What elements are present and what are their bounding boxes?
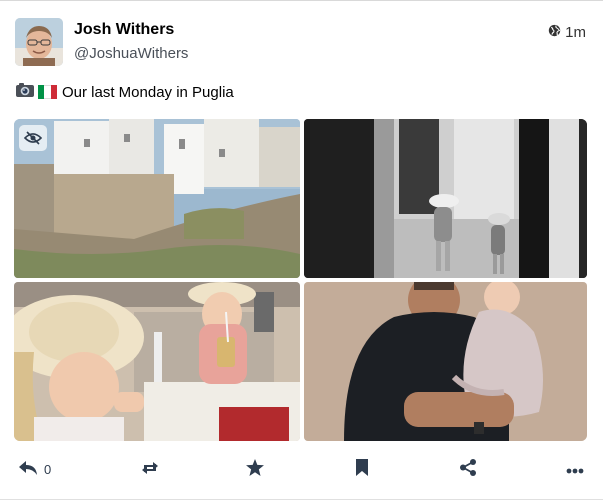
post-timestamp-area[interactable]: 1m — [548, 24, 586, 41]
camera-icon — [15, 82, 35, 102]
boost-icon — [140, 460, 160, 479]
media-gallery — [14, 119, 587, 441]
media-photo-4[interactable] — [304, 282, 587, 441]
globe-icon — [548, 24, 561, 41]
reply-icon — [18, 460, 38, 479]
bookmark-icon — [355, 459, 369, 479]
share-icon — [459, 459, 477, 479]
more-button[interactable] — [566, 455, 584, 483]
author-handle[interactable]: @JoshuaWithers — [74, 45, 188, 62]
more-icon — [566, 462, 584, 477]
top-divider — [0, 0, 603, 1]
share-button[interactable] — [459, 455, 477, 483]
hide-media-button[interactable] — [19, 125, 47, 151]
star-icon — [246, 459, 264, 479]
media-photo-3[interactable] — [14, 282, 300, 441]
eye-slash-icon — [24, 131, 42, 145]
italy-flag-icon — [38, 85, 57, 99]
reply-count: 0 — [44, 461, 52, 477]
author-name[interactable]: Josh Withers — [74, 21, 174, 39]
media-photo-1[interactable] — [14, 119, 300, 278]
action-bar: 0 — [0, 455, 603, 483]
avatar[interactable] — [15, 18, 63, 66]
reply-button[interactable]: 0 — [18, 455, 51, 483]
status-content: Our last Monday in Puglia — [15, 82, 234, 102]
bookmark-button[interactable] — [355, 455, 369, 483]
boost-button[interactable] — [140, 455, 160, 483]
favourite-button[interactable] — [246, 455, 264, 483]
timestamp: 1m — [565, 24, 586, 41]
status-text: Our last Monday in Puglia — [62, 83, 234, 101]
media-photo-2[interactable] — [304, 119, 587, 278]
